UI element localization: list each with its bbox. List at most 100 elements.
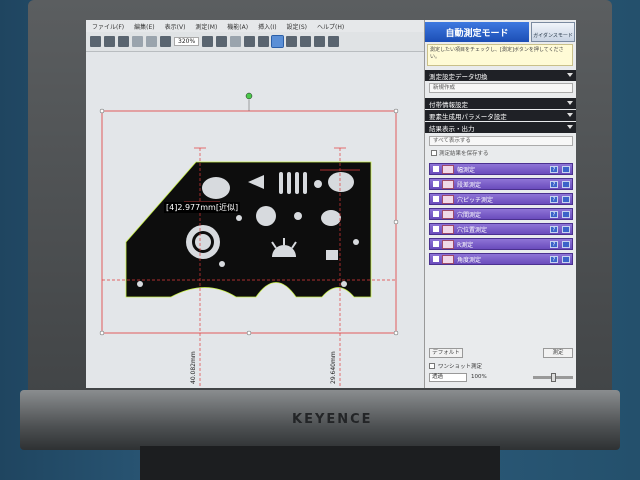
measure-row-label: 段差測定 bbox=[457, 181, 482, 189]
help-icon[interactable]: ? bbox=[550, 166, 558, 173]
check-icon[interactable] bbox=[433, 226, 439, 232]
layout-icon[interactable] bbox=[328, 36, 340, 47]
vertical-dimension-2: 29.640mm bbox=[330, 351, 337, 384]
adjust-icon[interactable] bbox=[300, 36, 312, 47]
grid-icon[interactable] bbox=[90, 36, 101, 47]
save-result-label: 測定結果を保存する bbox=[439, 151, 489, 157]
fit-icon[interactable] bbox=[202, 36, 214, 47]
hint-text: 測定したい項目をチェックし、[測定]ボタンを押してください。 bbox=[427, 44, 573, 66]
menu-insert[interactable]: 挿入(I) bbox=[258, 22, 276, 31]
arrow-right-icon[interactable] bbox=[562, 181, 570, 188]
section-element-params[interactable]: 要素生成用パラメータ設定 bbox=[425, 110, 576, 121]
slider-knob[interactable] bbox=[551, 372, 556, 382]
arrow-right-icon[interactable] bbox=[562, 241, 570, 248]
section-result-output[interactable]: 結果表示・出力 bbox=[425, 122, 576, 133]
menu-help[interactable]: ヘルプ(H) bbox=[317, 22, 344, 31]
right-panel: 自動測定モード ガイダンスモード 測定したい項目をチェックし、[測定]ボタンを押… bbox=[424, 20, 576, 388]
width-icon bbox=[442, 164, 454, 174]
check-icon[interactable] bbox=[433, 181, 439, 187]
help-icon[interactable]: ? bbox=[550, 256, 558, 263]
section-data-switch-label: 測定設定データ切換 bbox=[429, 72, 488, 81]
toolbar: 320% bbox=[86, 32, 424, 52]
rotate-handle bbox=[245, 92, 253, 100]
arrow-right-icon[interactable] bbox=[562, 256, 570, 263]
measure-row-width[interactable]: 幅測定 ? bbox=[429, 163, 573, 175]
illumination-select[interactable]: 透過 bbox=[429, 372, 467, 382]
result-select[interactable]: すべて表示する bbox=[429, 136, 573, 146]
measure-row-step[interactable]: 段差測定 ? bbox=[429, 178, 573, 190]
arrow-right-icon[interactable] bbox=[562, 196, 570, 203]
contrast-icon[interactable] bbox=[258, 36, 270, 47]
section-info[interactable]: 付帯情報設定 bbox=[425, 98, 576, 109]
menu-measure[interactable]: 測定(M) bbox=[195, 22, 217, 31]
menu-settings[interactable]: 設定(S) bbox=[287, 22, 308, 31]
section-data-switch[interactable]: 測定設定データ切換 bbox=[425, 70, 576, 81]
print-icon[interactable] bbox=[118, 36, 129, 47]
arrow-right-icon[interactable] bbox=[562, 211, 570, 218]
check-icon[interactable] bbox=[433, 256, 439, 262]
auto-icon[interactable] bbox=[216, 36, 228, 47]
arrow-right-icon[interactable] bbox=[562, 166, 570, 173]
guidance-mode-button[interactable]: ガイダンスモード bbox=[531, 22, 575, 42]
checkbox-box bbox=[429, 363, 435, 369]
redo-icon[interactable] bbox=[146, 36, 157, 47]
vertical-dimension-1: 40.082mm bbox=[190, 351, 197, 384]
measure-row-label: 角度測定 bbox=[457, 256, 482, 264]
menu-function[interactable]: 機能(A) bbox=[227, 22, 248, 31]
undo-icon[interactable] bbox=[132, 36, 143, 47]
measurement-image bbox=[86, 52, 424, 388]
close-icon[interactable] bbox=[160, 36, 171, 47]
angle-icon bbox=[442, 254, 454, 264]
help-icon[interactable]: ? bbox=[550, 241, 558, 248]
cursor-icon[interactable] bbox=[286, 36, 298, 47]
measure-row-hole-position[interactable]: 穴位置測定 ? bbox=[429, 223, 573, 235]
image-canvas[interactable]: [4]2.977mm[近似] 40.082mm 29.640mm bbox=[86, 52, 424, 388]
light-icon[interactable] bbox=[244, 36, 256, 47]
measure-row-radius[interactable]: R測定 ? bbox=[429, 238, 573, 250]
play-icon[interactable] bbox=[271, 35, 285, 48]
measure-row-label: 穴位置測定 bbox=[457, 226, 488, 234]
step-icon bbox=[442, 179, 454, 189]
chevron-down-icon bbox=[567, 73, 573, 77]
hole-position-icon bbox=[442, 224, 454, 234]
monitor-brand: KEYENCE bbox=[292, 412, 373, 427]
bottom-bar: 透過 100% bbox=[429, 372, 573, 382]
menu-bar: ファイル(F) 編集(E) 表示(V) 測定(M) 機能(A) 挿入(I) 設定… bbox=[86, 20, 424, 32]
check-icon[interactable] bbox=[433, 241, 439, 247]
help-icon[interactable]: ? bbox=[550, 226, 558, 233]
check-icon[interactable] bbox=[433, 211, 439, 217]
screen: ファイル(F) 編集(E) 表示(V) 測定(M) 機能(A) 挿入(I) 設定… bbox=[86, 20, 576, 388]
hole-pitch-icon bbox=[442, 194, 454, 204]
mode-title: 自動測定モード bbox=[425, 22, 529, 42]
check-icon[interactable] bbox=[433, 166, 439, 172]
arrow-right-icon[interactable] bbox=[562, 226, 570, 233]
menu-view[interactable]: 表示(V) bbox=[165, 22, 186, 31]
measure-row-label: 幅測定 bbox=[457, 166, 476, 174]
menu-file[interactable]: ファイル(F) bbox=[92, 22, 124, 31]
save-result-checkbox[interactable]: 測定結果を保存する bbox=[431, 149, 489, 157]
layer-icon[interactable] bbox=[230, 36, 242, 47]
check-icon[interactable] bbox=[433, 196, 439, 202]
help-icon[interactable]: ? bbox=[550, 181, 558, 188]
brightness-slider[interactable] bbox=[533, 372, 573, 382]
measure-button[interactable]: 測定 bbox=[543, 348, 573, 358]
measure-row-label: 穴間測定 bbox=[457, 211, 482, 219]
section-info-label: 付帯情報設定 bbox=[429, 100, 468, 109]
radius-icon bbox=[442, 239, 454, 249]
one-shot-check[interactable]: ワンショット測定 bbox=[429, 362, 482, 370]
help-icon[interactable]: ? bbox=[550, 196, 558, 203]
section-element-params-label: 要素生成用パラメータ設定 bbox=[429, 112, 507, 121]
measure-row-hole-pitch[interactable]: 穴ピッチ測定 ? bbox=[429, 193, 573, 205]
zoom-select[interactable]: 320% bbox=[174, 37, 200, 46]
one-shot-label: ワンショット測定 bbox=[438, 364, 483, 370]
data-select[interactable]: 新規作成 bbox=[429, 83, 573, 93]
save-icon[interactable] bbox=[104, 36, 115, 47]
menu-edit[interactable]: 編集(E) bbox=[134, 22, 154, 31]
measure-row-angle[interactable]: 角度測定 ? bbox=[429, 253, 573, 265]
checkbox-box bbox=[431, 150, 437, 156]
crosshair-icon[interactable] bbox=[314, 36, 326, 47]
hole-gap-icon bbox=[442, 209, 454, 219]
help-icon[interactable]: ? bbox=[550, 211, 558, 218]
default-button[interactable]: デフォルト bbox=[429, 348, 463, 358]
measure-row-hole-gap[interactable]: 穴間測定 ? bbox=[429, 208, 573, 220]
